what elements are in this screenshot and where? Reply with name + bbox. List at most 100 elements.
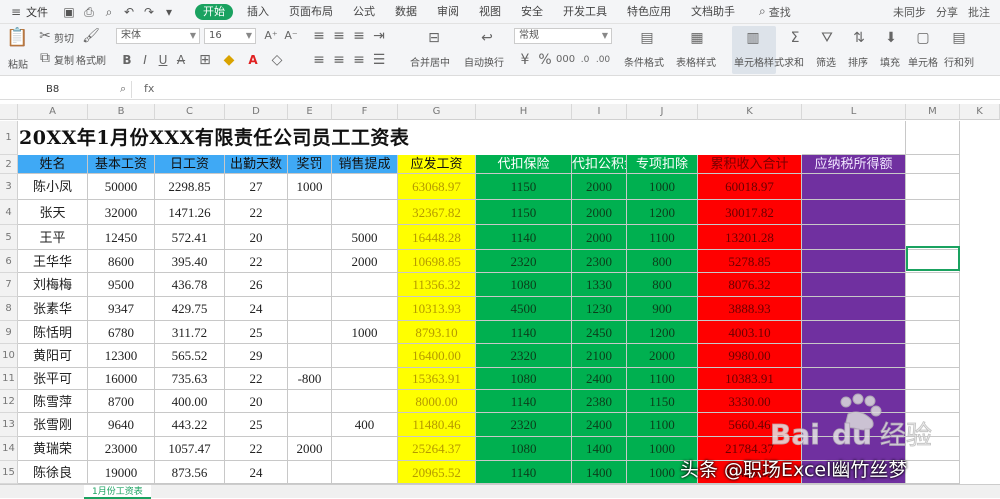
data-cell[interactable]: 20: [225, 390, 288, 413]
data-cell[interactable]: 20965.52: [398, 461, 476, 484]
data-cell[interactable]: 16448.28: [398, 225, 476, 250]
cond-format-label[interactable]: 条件格式: [624, 54, 664, 69]
indent-icon[interactable]: ⇥: [370, 28, 388, 44]
column-header[interactable]: B: [88, 104, 155, 120]
data-cell[interactable]: 1000: [332, 321, 398, 344]
column-header[interactable]: E: [288, 104, 332, 120]
data-cell[interactable]: 1000: [627, 174, 698, 200]
decrease-decimal-icon[interactable]: .00: [594, 52, 612, 68]
data-cell[interactable]: [802, 297, 906, 321]
employee-name-cell[interactable]: 陈雪萍: [18, 390, 88, 413]
empty-cell[interactable]: [906, 344, 960, 368]
row-header[interactable]: 3: [0, 174, 18, 200]
data-cell[interactable]: [332, 200, 398, 225]
wrap-label[interactable]: 自动换行: [464, 54, 504, 69]
data-cell[interactable]: [288, 321, 332, 344]
data-cell[interactable]: [288, 413, 332, 437]
align-center-icon[interactable]: ≡: [330, 52, 348, 68]
menu-tab[interactable]: 特色应用: [617, 0, 681, 24]
align-bottom-icon[interactable]: ≡: [350, 28, 368, 44]
column-header[interactable]: F: [332, 104, 398, 120]
data-cell[interactable]: 2100: [572, 344, 627, 368]
row-header[interactable]: 15: [0, 461, 18, 484]
data-cell[interactable]: 800: [627, 273, 698, 297]
empty-cell[interactable]: [906, 461, 960, 484]
data-cell[interactable]: 1230: [572, 297, 627, 321]
data-cell[interactable]: 400: [332, 413, 398, 437]
font-color-icon[interactable]: A: [244, 52, 262, 68]
data-cell[interactable]: [288, 200, 332, 225]
data-cell[interactable]: 5278.85: [698, 250, 802, 273]
merge-label[interactable]: 合并居中: [410, 54, 450, 69]
data-cell[interactable]: 2000: [627, 344, 698, 368]
border-icon[interactable]: ⊞: [196, 52, 214, 68]
menu-tab[interactable]: 文档助手: [681, 0, 745, 24]
format-painter-label[interactable]: 格式刷: [76, 52, 106, 67]
copy-icon[interactable]: ⧉: [36, 50, 54, 66]
data-cell[interactable]: 15363.91: [398, 368, 476, 390]
column-header[interactable]: A: [18, 104, 88, 120]
data-cell[interactable]: [332, 297, 398, 321]
data-cell[interactable]: 2000: [332, 250, 398, 273]
data-cell[interactable]: [288, 297, 332, 321]
save-icon[interactable]: ▣: [62, 5, 76, 19]
data-cell[interactable]: 8600: [88, 250, 155, 273]
filter-icon[interactable]: ⛛: [818, 30, 836, 46]
employee-name-cell[interactable]: 陈徐良: [18, 461, 88, 484]
percent-icon[interactable]: %: [536, 52, 554, 68]
bold-icon[interactable]: B: [118, 52, 136, 68]
data-cell[interactable]: [288, 390, 332, 413]
data-cell[interactable]: 873.56: [155, 461, 225, 484]
employee-name-cell[interactable]: 张平可: [18, 368, 88, 390]
sum-icon[interactable]: Σ: [786, 30, 804, 46]
data-cell[interactable]: 22: [225, 368, 288, 390]
row-header[interactable]: 5: [0, 225, 18, 250]
sum-label[interactable]: 求和: [784, 54, 804, 69]
search-box[interactable]: ⌕ 查找: [759, 4, 791, 20]
data-cell[interactable]: 443.22: [155, 413, 225, 437]
data-cell[interactable]: 1080: [476, 273, 572, 297]
currency-icon[interactable]: ¥: [516, 52, 534, 68]
empty-cell[interactable]: [906, 200, 960, 225]
data-cell[interactable]: [288, 273, 332, 297]
column-title[interactable]: 应纳税所得额: [802, 155, 906, 174]
data-cell[interactable]: 50000: [88, 174, 155, 200]
row-header[interactable]: 1: [0, 121, 18, 155]
column-header[interactable]: C: [155, 104, 225, 120]
data-cell[interactable]: 20: [225, 225, 288, 250]
menu-tab[interactable]: 插入: [237, 0, 279, 24]
data-cell[interactable]: 4500: [476, 297, 572, 321]
font-shrink-icon[interactable]: A⁻: [282, 28, 300, 44]
data-cell[interactable]: 32367.82: [398, 200, 476, 225]
fill-color-icon[interactable]: ◆: [220, 52, 238, 68]
data-cell[interactable]: 16400.00: [398, 344, 476, 368]
data-cell[interactable]: 1140: [476, 225, 572, 250]
column-title[interactable]: 累积收入合计: [698, 155, 802, 174]
data-cell[interactable]: 9347: [88, 297, 155, 321]
data-cell[interactable]: 2320: [476, 344, 572, 368]
employee-name-cell[interactable]: 张雪刚: [18, 413, 88, 437]
merge-icon[interactable]: ⊟: [425, 30, 443, 46]
data-cell[interactable]: 24: [225, 461, 288, 484]
data-cell[interactable]: 27: [225, 174, 288, 200]
data-cell[interactable]: [332, 174, 398, 200]
data-cell[interactable]: 1140: [476, 390, 572, 413]
empty-cell[interactable]: [906, 273, 960, 297]
empty-cell[interactable]: [906, 321, 960, 344]
data-cell[interactable]: 2298.85: [155, 174, 225, 200]
column-title[interactable]: 专项扣除: [627, 155, 698, 174]
data-cell[interactable]: 735.63: [155, 368, 225, 390]
employee-name-cell[interactable]: 黄瑞荣: [18, 437, 88, 461]
undo-icon[interactable]: ↶: [122, 5, 136, 19]
select-all-corner[interactable]: [0, 104, 18, 120]
data-cell[interactable]: 4003.10: [698, 321, 802, 344]
data-cell[interactable]: 3888.93: [698, 297, 802, 321]
menu-right-item[interactable]: 未同步: [893, 4, 926, 20]
data-cell[interactable]: 2450: [572, 321, 627, 344]
font-name-select[interactable]: 宋体 ▼: [116, 28, 200, 44]
strikethrough-icon[interactable]: A: [172, 52, 190, 68]
column-title[interactable]: 奖罚: [288, 155, 332, 174]
column-title[interactable]: 代扣公积金: [572, 155, 627, 174]
employee-name-cell[interactable]: 陈小凤: [18, 174, 88, 200]
data-cell[interactable]: 1400: [572, 437, 627, 461]
